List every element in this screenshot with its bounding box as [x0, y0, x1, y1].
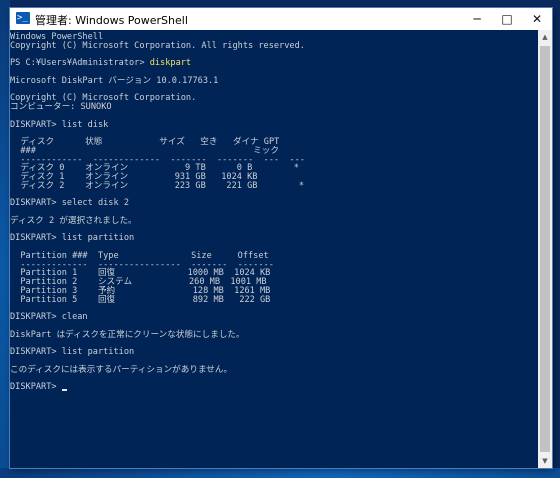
scroll-down-arrow-icon[interactable]: ▼: [538, 454, 552, 468]
desktop-background: [0, 0, 10, 478]
scrollbar-thumb[interactable]: [540, 46, 550, 452]
typed-command: diskpart: [149, 58, 192, 69]
console-line: このディスクには表示するパーティションがありません。: [10, 365, 232, 375]
window-title: 管理者: Windows PowerShell: [35, 14, 188, 27]
console-line-text: DISKPART> list partition: [10, 347, 135, 357]
console-line-text: DISKPART>: [10, 382, 62, 392]
console-line: ディスク 2 オンライン 223 GB 221 GB *: [10, 181, 304, 191]
console-line: DISKPART> clean: [10, 312, 88, 322]
console-line: DISKPART> list disk: [10, 120, 108, 130]
console-line: DiskPart はディスクを正常にクリーンな状態にしました。: [10, 330, 245, 340]
console-line-text: DISKPART> select disk 2: [10, 198, 129, 209]
desktop-background-bottom: [0, 468, 560, 478]
console-line-text: このディスクには表示するパーティションがありません。: [10, 364, 233, 375]
console-line: DISKPART>: [10, 382, 62, 392]
console-line-text: コンピューター: SUNOKO: [10, 102, 112, 112]
console-line-text: DISKPART> list disk: [10, 119, 109, 130]
console-line: PS C:¥Users¥Administrator> diskpart: [10, 58, 191, 68]
powershell-icon: >_: [16, 12, 30, 24]
console-line: ディスク 2 が選択されました。: [10, 216, 137, 226]
console-line: DISKPART> list partition: [10, 233, 134, 243]
console-line-text: DISKPART> clean: [10, 312, 88, 322]
title-bar[interactable]: >_ 管理者: Windows PowerShell ─ □ ✕: [10, 8, 552, 30]
console-line-text: DISKPART> list partition: [10, 233, 135, 244]
minimize-button[interactable]: ─: [462, 8, 492, 30]
console-line-text: Partition 5 回復 892 MB 222 GB: [10, 294, 271, 305]
powershell-window: >_ 管理者: Windows PowerShell ─ □ ✕ Windows…: [10, 8, 552, 468]
scroll-up-arrow-icon[interactable]: ▲: [538, 30, 552, 44]
console-line: Microsoft DiskPart バージョン 10.0.17763.1: [10, 76, 218, 86]
console-line: Partition 5 回復 892 MB 222 GB: [10, 295, 270, 305]
console-line-text: DiskPart はディスクを正常にクリーンな状態にしました。: [10, 329, 245, 340]
console-line: Copyright (C) Microsoft Corporation. All…: [10, 41, 305, 51]
console-line-text: ディスク 2 オンライン 223 GB 221 GB *: [10, 180, 305, 191]
vertical-scrollbar[interactable]: ▲ ▼: [538, 30, 552, 468]
console-line-text: ディスク 2 が選択されました。: [10, 215, 137, 226]
console-line-text: Microsoft DiskPart バージョン 10.0.17763.1: [10, 75, 219, 86]
console-line: DISKPART> list partition: [10, 347, 134, 357]
console-output[interactable]: Windows PowerShell Copyright (C) Microsof…: [10, 30, 538, 468]
console-line-text: Copyright (C) Microsoft Corporation. All…: [10, 40, 305, 51]
console-line-text: PS C:¥Users¥Administrator>: [10, 58, 150, 69]
console-line: DISKPART> select disk 2: [10, 198, 129, 208]
console-line: コンピューター: SUNOKO: [10, 102, 112, 112]
maximize-button[interactable]: □: [492, 8, 522, 30]
text-cursor: [62, 389, 67, 391]
close-button[interactable]: ✕: [522, 8, 552, 30]
